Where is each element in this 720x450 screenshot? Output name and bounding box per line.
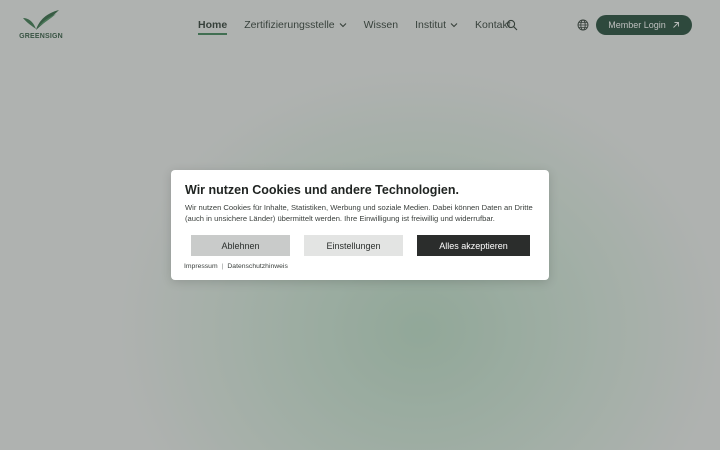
settings-button[interactable]: Einstellungen — [304, 235, 403, 256]
dialog-title: Wir nutzen Cookies und andere Technologi… — [185, 183, 459, 197]
cookie-consent-dialog: Wir nutzen Cookies und andere Technologi… — [171, 170, 549, 280]
privacy-link[interactable]: Datenschutzhinweis — [227, 263, 287, 270]
dialog-links: Impressum | Datenschutzhinweis — [184, 263, 288, 270]
dialog-button-row: Ablehnen Einstellungen Alles akzeptieren — [191, 235, 530, 256]
imprint-link[interactable]: Impressum — [184, 263, 218, 270]
reject-button[interactable]: Ablehnen — [191, 235, 290, 256]
accept-all-button[interactable]: Alles akzeptieren — [417, 235, 530, 256]
dialog-description: Wir nutzen Cookies für Inhalte, Statisti… — [185, 203, 533, 223]
link-separator: | — [221, 263, 224, 270]
